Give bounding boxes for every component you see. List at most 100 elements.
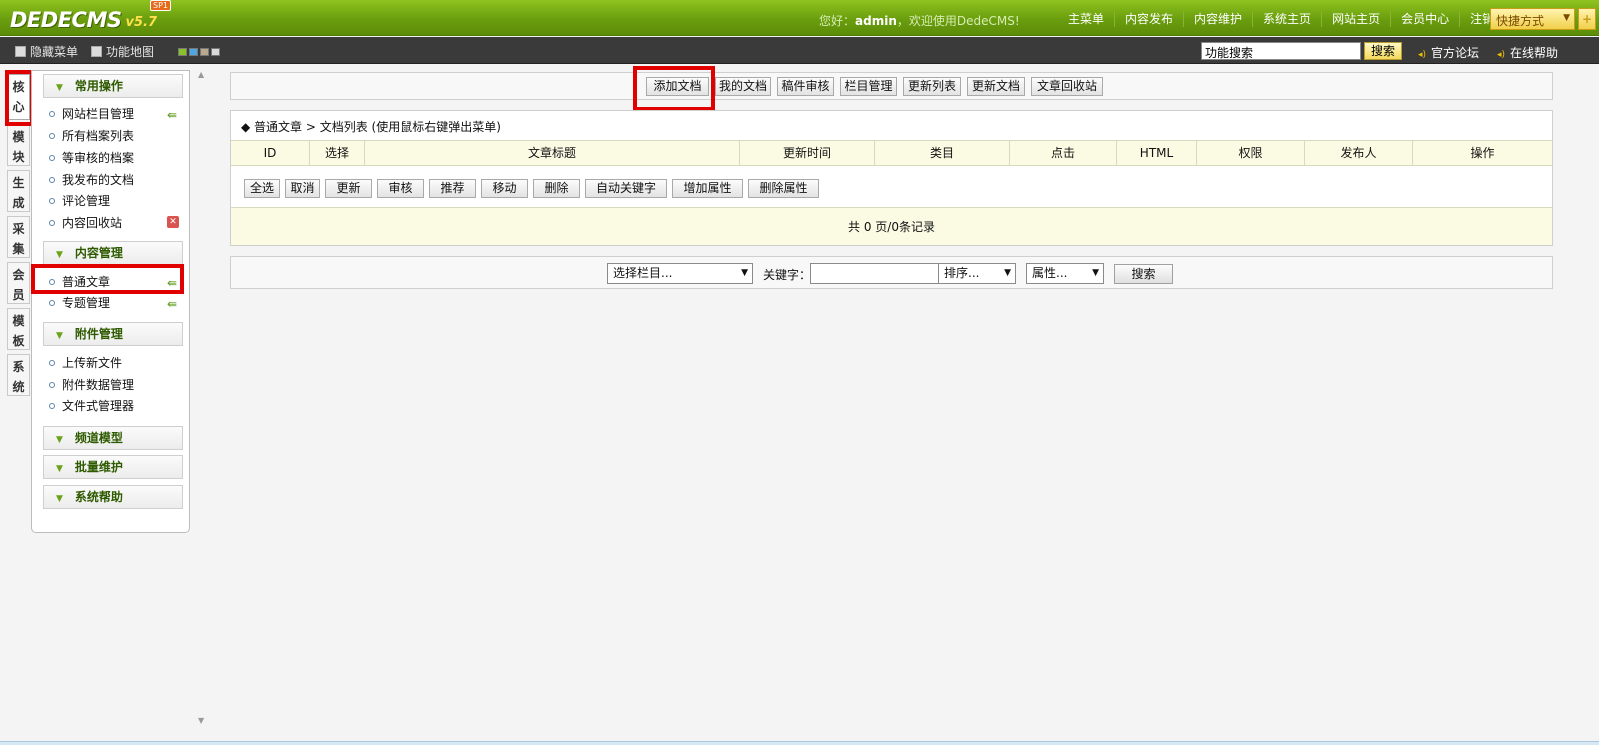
function-search-input[interactable]: 功能搜索 — [1201, 42, 1361, 60]
sort-select[interactable]: 排序... ▼ — [938, 263, 1016, 284]
logo-text: DEDECMS — [10, 8, 122, 32]
menu-item-attachment-data[interactable]: 附件数据管理 — [49, 376, 134, 394]
top-nav: 主菜单 内容发布 内容维护 系统主页 网站主页 会员中心 注销 — [1058, 11, 1504, 27]
column-header-actions: 操作 — [1470, 146, 1495, 160]
menu-item-column-manage[interactable]: 网站栏目管理 ⇚ — [49, 105, 177, 123]
vtab-module[interactable]: 模块 — [7, 124, 30, 166]
welcome-prefix: 您好： — [819, 14, 856, 28]
hide-menu-link[interactable]: 隐藏菜单 — [15, 43, 78, 60]
column-header-html: HTML — [1117, 141, 1197, 165]
menu-item-label: 我发布的文档 — [62, 173, 135, 187]
menu-item-label: 等审核的档案 — [62, 151, 135, 165]
chevron-down-icon: ▼ — [56, 494, 63, 504]
theme-brown-swatch[interactable] — [200, 48, 209, 56]
menu-group-attachments[interactable]: ▼ 附件管理 — [43, 322, 183, 346]
bullet-icon — [49, 155, 55, 161]
nav-main-menu[interactable]: 主菜单 — [1058, 11, 1114, 27]
theme-blue-swatch[interactable] — [189, 48, 198, 56]
review-button[interactable]: 审核 — [377, 179, 424, 198]
clear-icon[interactable]: ✕ — [167, 216, 179, 228]
recommend-button[interactable]: 推荐 — [429, 179, 476, 198]
update-document-button[interactable]: 更新文档 — [967, 77, 1025, 96]
bullet-icon — [49, 133, 55, 139]
add-icon[interactable]: ⇚ — [167, 106, 177, 124]
add-shortcut-button[interactable]: + — [1578, 8, 1596, 30]
menu-scrollbar[interactable]: ▲ ▼ — [198, 70, 204, 728]
vtab-system[interactable]: 系统 — [7, 354, 30, 396]
add-icon[interactable]: ⇚ — [167, 295, 177, 313]
menu-group-common[interactable]: ▼ 常用操作 — [43, 74, 183, 98]
vtab-template[interactable]: 模板 — [7, 308, 30, 350]
category-select[interactable]: 选择栏目... ▼ — [607, 263, 753, 284]
bullet-icon — [49, 220, 55, 226]
bullet-icon — [49, 382, 55, 388]
theme-gray-swatch[interactable] — [211, 48, 220, 56]
column-manage-button[interactable]: 栏目管理 — [840, 77, 897, 96]
help-link[interactable]: ◂) 在线帮助 — [1497, 44, 1558, 61]
chevron-down-icon: ▼ — [1563, 13, 1570, 23]
nav-system-home[interactable]: 系统主页 — [1252, 11, 1321, 27]
my-documents-button[interactable]: 我的文档 — [715, 77, 771, 96]
doc-toolbar: 添加文档 我的文档 稿件审核 栏目管理 更新列表 更新文档 文章回收站 — [230, 72, 1553, 100]
search-filter-panel: 选择栏目... ▼ 关键字： 排序... ▼ 属性... ▼ 搜索 — [230, 256, 1553, 289]
sub-toolbar: 隐藏菜单 功能地图 功能搜索 搜索 ◂) 官方论坛 ◂) 在线帮助 — [0, 37, 1599, 64]
function-search-button[interactable]: 搜索 — [1364, 42, 1402, 60]
nav-content-publish[interactable]: 内容发布 — [1114, 11, 1183, 27]
quick-menu-dropdown[interactable]: 快捷方式 ▼ — [1490, 8, 1575, 30]
menu-group-content[interactable]: ▼ 内容管理 — [43, 241, 183, 265]
column-header-select: 选择 — [310, 141, 365, 165]
bulk-action-row: 全选 取消 更新 审核 推荐 移动 删除 自动关键字 增加属性 删除属性 — [231, 167, 1552, 207]
breadcrumb: ◆ 普通文章 > 文档列表 (使用鼠标右键弹出菜单) — [241, 120, 501, 134]
add-attribute-button[interactable]: 增加属性 — [672, 179, 743, 198]
welcome-suffix: ，欢迎使用DedeCMS! — [896, 14, 1020, 28]
menu-item-file-manager[interactable]: 文件式管理器 — [49, 397, 134, 415]
update-button[interactable]: 更新 — [325, 179, 372, 198]
nav-member-center[interactable]: 会员中心 — [1390, 11, 1459, 27]
delete-button[interactable]: 删除 — [533, 179, 580, 198]
chevron-down-icon: ▼ — [56, 464, 63, 474]
column-header-permission: 权限 — [1197, 141, 1305, 165]
vtab-member[interactable]: 会员 — [7, 262, 30, 304]
menu-item-comments[interactable]: 评论管理 — [49, 192, 110, 210]
menu-item-topic-manage[interactable]: 专题管理 ⇚ — [49, 294, 177, 312]
manuscript-review-button[interactable]: 稿件审核 — [777, 77, 834, 96]
cancel-select-button[interactable]: 取消 — [285, 179, 320, 198]
welcome-user: admin — [855, 14, 897, 28]
search-button[interactable]: 搜索 — [1114, 264, 1173, 284]
menu-item-my-docs[interactable]: 我发布的文档 — [49, 171, 134, 189]
article-recycle-button[interactable]: 文章回收站 — [1031, 77, 1103, 96]
nav-content-maintain[interactable]: 内容维护 — [1183, 11, 1252, 27]
menu-item-all-archives[interactable]: 所有档案列表 — [49, 127, 134, 145]
auto-keyword-button[interactable]: 自动关键字 — [585, 179, 667, 198]
scroll-up-icon[interactable]: ▲ — [198, 70, 204, 79]
menu-item-upload-file[interactable]: 上传新文件 — [49, 354, 122, 372]
logo: DEDECMS v5.7 — [10, 4, 157, 32]
update-list-button[interactable]: 更新列表 — [903, 77, 961, 96]
scroll-down-icon[interactable]: ▼ — [198, 716, 204, 725]
menu-item-label: 文件式管理器 — [62, 399, 135, 413]
menu-item-recycle-bin[interactable]: 内容回收站 ✕ — [49, 214, 179, 232]
column-header-update-time: 更新时间 — [740, 141, 875, 165]
menu-group-label: 附件管理 — [74, 327, 123, 341]
bottom-border — [0, 741, 1599, 745]
chevron-down-icon: ▼ — [56, 250, 63, 260]
attribute-select[interactable]: 属性... ▼ — [1026, 263, 1104, 284]
delete-attribute-button[interactable]: 删除属性 — [748, 179, 819, 198]
keyword-input[interactable] — [810, 263, 939, 284]
move-button[interactable]: 移动 — [481, 179, 528, 198]
site-map-link[interactable]: 功能地图 — [91, 43, 154, 60]
select-all-button[interactable]: 全选 — [244, 179, 280, 198]
nav-site-home[interactable]: 网站主页 — [1321, 11, 1390, 27]
chevron-down-icon: ▼ — [1004, 268, 1011, 278]
theme-green-swatch[interactable] — [178, 48, 187, 56]
quick-menu-label: 快捷方式 — [1496, 14, 1545, 28]
menu-group-channel-model[interactable]: ▼ 频道模型 — [43, 426, 183, 450]
vtab-generate[interactable]: 生成 — [7, 170, 30, 212]
forum-link[interactable]: ◂) 官方论坛 — [1418, 44, 1479, 61]
menu-group-help[interactable]: ▼ 系统帮助 — [43, 485, 183, 509]
bullet-icon — [49, 111, 55, 117]
menu-item-pending-archives[interactable]: 等审核的档案 — [49, 149, 134, 167]
menu-group-batch[interactable]: ▼ 批量维护 — [43, 455, 183, 479]
vtab-collect[interactable]: 采集 — [7, 216, 30, 258]
menu-item-label: 上传新文件 — [62, 356, 123, 370]
